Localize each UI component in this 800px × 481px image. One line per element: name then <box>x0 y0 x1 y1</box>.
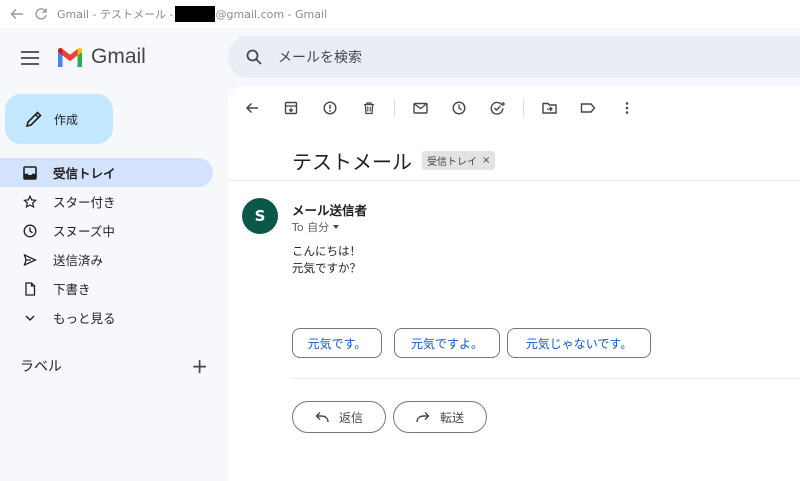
clock-icon <box>22 223 38 239</box>
smart-reply-button[interactable]: 元気じゃないです。 <box>507 328 651 358</box>
sidebar-item-label: スター付き <box>53 195 116 210</box>
sidebar-item-label: 受信トレイ <box>53 166 116 181</box>
sidebar-item-label: もっと見る <box>53 311 116 326</box>
labels-section-header: ラベル + <box>20 356 210 376</box>
label-chip[interactable]: 受信トレイ × <box>422 151 496 170</box>
send-icon <box>22 252 38 268</box>
file-icon <box>22 281 38 297</box>
sidebar-item-label: スヌーズ中 <box>53 224 115 239</box>
compose-button[interactable]: 作成 <box>5 94 113 144</box>
move-to-folder-icon[interactable] <box>535 94 563 122</box>
mark-unread-icon[interactable] <box>406 94 434 122</box>
sidebar-item-inbox[interactable]: 受信トレイ <box>0 158 213 187</box>
recipient-details[interactable]: To 自分 <box>292 219 340 235</box>
caret-down-icon <box>333 225 340 229</box>
star-icon <box>22 194 38 210</box>
plus-icon[interactable]: + <box>191 356 208 376</box>
avatar[interactable]: S <box>242 198 278 234</box>
gmail-m-icon <box>58 47 82 67</box>
body-line: 元気ですか？ <box>292 261 361 275</box>
window-title: Gmail - テストメール - @gmail.com - Gmail <box>57 6 327 22</box>
message-toolbar <box>238 94 652 122</box>
label-chip-text: 受信トレイ <box>427 157 477 168</box>
smart-reply-button[interactable]: 元気ですよ。 <box>394 328 500 358</box>
close-icon[interactable]: × <box>482 155 490 166</box>
back-arrow-icon[interactable] <box>238 94 266 122</box>
smart-reply-button[interactable]: 元気です。 <box>292 328 382 358</box>
recipient-text: To 自分 <box>292 221 330 234</box>
sidebar-nav: 受信トレイ スター付き スヌーズ中 送信済み 下書き もっと見る <box>0 158 214 332</box>
reply-label: 返信 <box>338 410 363 425</box>
header-divider <box>228 180 800 181</box>
snooze-clock-icon[interactable] <box>445 94 473 122</box>
message-view: テストメール 受信トレイ × S メール送信者 To 自分 こんにちは！ 元気で… <box>228 86 800 481</box>
window-title-suffix: @gmail.com - Gmail <box>215 7 328 21</box>
search-bar[interactable]: メールを検索 <box>228 36 800 78</box>
redacted-email <box>174 6 215 22</box>
reply-icon <box>315 412 329 423</box>
window-title-prefix: Gmail - テストメール - <box>57 8 174 21</box>
archive-icon[interactable] <box>277 94 305 122</box>
search-icon[interactable] <box>244 47 264 67</box>
sidebar-item-snoozed[interactable]: スヌーズ中 <box>0 216 214 245</box>
forward-button[interactable]: 転送 <box>393 401 487 433</box>
sidebar-item-label: 下書き <box>53 282 91 297</box>
toolbar-divider <box>394 99 395 117</box>
labels-title: ラベル <box>20 359 62 375</box>
inbox-icon <box>22 165 38 181</box>
sidebar-item-starred[interactable]: スター付き <box>0 187 214 216</box>
sidebar-item-more[interactable]: もっと見る <box>0 303 214 332</box>
add-task-icon[interactable] <box>484 94 512 122</box>
body-line: こんにちは！ <box>292 244 361 258</box>
sidebar-item-label: 送信済み <box>53 253 104 268</box>
forward-icon <box>416 412 430 423</box>
browser-title-bar: Gmail - テストメール - @gmail.com - Gmail <box>0 0 800 28</box>
subject-row: テストメール 受信トレイ × <box>292 146 496 175</box>
sender-name[interactable]: メール送信者 <box>292 200 367 219</box>
pencil-icon <box>25 111 42 128</box>
back-arrow-icon[interactable] <box>7 4 27 24</box>
sidebar-item-drafts[interactable]: 下書き <box>0 274 214 303</box>
sidebar-item-sent[interactable]: 送信済み <box>0 245 214 274</box>
label-icon[interactable] <box>574 94 602 122</box>
report-spam-icon[interactable] <box>316 94 344 122</box>
reply-divider <box>292 378 800 379</box>
message-body: こんにちは！ 元気ですか？ <box>292 243 361 277</box>
chevron-down-icon <box>22 310 38 326</box>
compose-label: 作成 <box>54 112 79 127</box>
message-subject: テストメール <box>292 150 412 174</box>
trash-icon[interactable] <box>355 94 383 122</box>
reload-icon[interactable] <box>31 4 51 24</box>
main-menu-icon[interactable] <box>18 46 42 70</box>
toolbar-divider <box>523 99 524 117</box>
forward-label: 転送 <box>439 410 464 425</box>
gmail-logo[interactable]: Gmail <box>56 45 146 69</box>
more-vert-icon[interactable] <box>613 94 641 122</box>
app-name: Gmail <box>91 45 146 68</box>
search-input[interactable]: メールを検索 <box>278 47 362 67</box>
reply-button[interactable]: 返信 <box>292 401 386 433</box>
